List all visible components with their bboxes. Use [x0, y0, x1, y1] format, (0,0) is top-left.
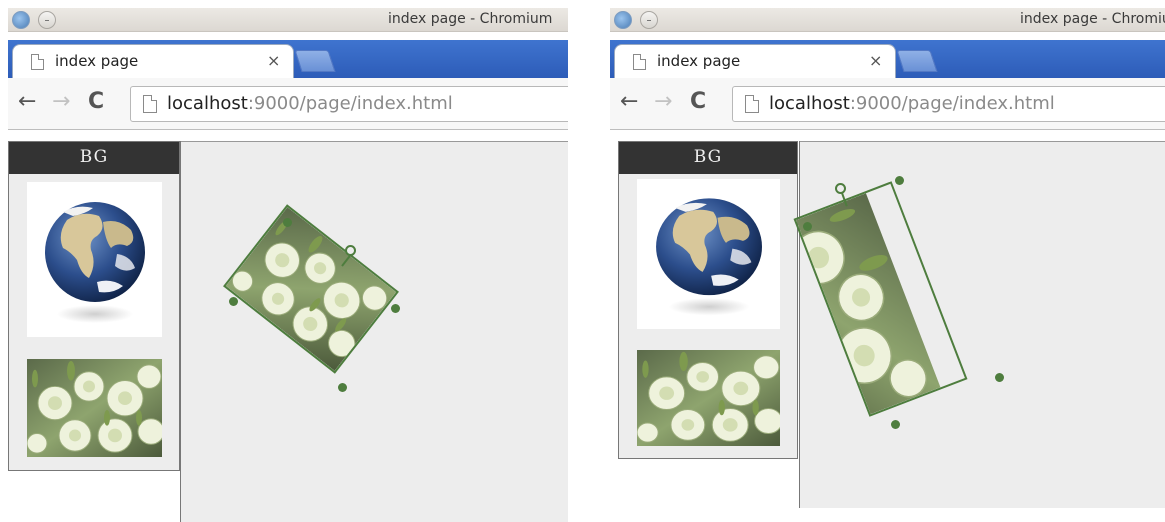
selected-flower-image[interactable] — [223, 204, 399, 374]
address-bar[interactable]: localhost:9000/page/index.html — [130, 86, 568, 122]
panel-title: BG — [619, 142, 797, 174]
tab-strip: index page × — [610, 40, 1165, 78]
background-panel: BG — [618, 141, 798, 459]
back-arrow-icon[interactable]: ← — [18, 90, 36, 114]
flowers-thumbnail[interactable] — [27, 359, 162, 457]
tab-close-icon[interactable]: × — [869, 51, 882, 70]
page-content: BG — [8, 131, 568, 522]
resize-handle-left[interactable] — [229, 297, 238, 306]
minimize-button[interactable] — [640, 11, 658, 29]
minimize-button[interactable] — [38, 11, 56, 29]
tab-index-page[interactable]: index page × — [12, 44, 294, 78]
toolbar: ← → C localhost:9000/page/index.html — [8, 78, 568, 130]
title-bar: index page - Chromium — [8, 8, 568, 32]
url-text: localhost:9000/page/index.html — [167, 93, 453, 114]
url-path: :9000/page/index.html — [849, 93, 1055, 114]
address-bar[interactable]: localhost:9000/page/index.html — [732, 86, 1165, 122]
new-tab-button[interactable] — [294, 50, 336, 72]
tab-title: index page — [657, 52, 741, 70]
url-host: localhost — [167, 93, 248, 114]
resize-handle-bottom[interactable] — [338, 383, 347, 392]
forward-arrow-icon[interactable]: → — [654, 90, 672, 114]
resize-handle-left[interactable] — [803, 222, 812, 231]
resize-handle-top[interactable] — [283, 218, 292, 227]
globe-thumbnail[interactable] — [637, 179, 780, 329]
url-text: localhost:9000/page/index.html — [769, 93, 1055, 114]
background-panel: BG — [8, 141, 180, 471]
browser-window-right: index page - Chromium index page × ← → C… — [610, 8, 1165, 508]
browser-window-left: index page - Chromium index page × ← → C… — [8, 8, 568, 522]
reload-icon[interactable]: C — [88, 90, 104, 114]
page-icon — [143, 95, 157, 113]
page-icon — [633, 54, 646, 70]
rotate-handle-icon[interactable] — [835, 183, 846, 194]
resize-handle-right[interactable] — [995, 373, 1004, 382]
url-host: localhost — [769, 93, 850, 114]
rotate-handle-icon[interactable] — [345, 245, 356, 256]
back-arrow-icon[interactable]: ← — [620, 90, 638, 114]
chromium-icon — [614, 11, 632, 29]
window-title: index page - Chromium — [1020, 11, 1165, 27]
toolbar: ← → C localhost:9000/page/index.html — [610, 78, 1165, 130]
page-content: BG — [610, 131, 1165, 508]
tab-title: index page — [55, 52, 139, 70]
tab-close-icon[interactable]: × — [267, 51, 280, 70]
globe-thumbnail[interactable] — [27, 182, 162, 337]
editing-canvas[interactable] — [181, 141, 568, 522]
resize-handle-top[interactable] — [895, 176, 904, 185]
page-icon — [745, 95, 759, 113]
url-path: :9000/page/index.html — [247, 93, 453, 114]
reload-icon[interactable]: C — [690, 90, 706, 114]
panel-title: BG — [9, 142, 179, 174]
resize-handle-right[interactable] — [391, 304, 400, 313]
tab-index-page[interactable]: index page × — [614, 44, 896, 78]
tab-strip: index page × — [8, 40, 568, 78]
selected-flower-image[interactable] — [793, 181, 968, 417]
window-title: index page - Chromium — [388, 11, 553, 27]
editing-canvas[interactable] — [793, 141, 1165, 508]
page-icon — [31, 54, 44, 70]
resize-handle-bottom[interactable] — [891, 420, 900, 429]
forward-arrow-icon[interactable]: → — [52, 90, 70, 114]
flowers-thumbnail[interactable] — [637, 350, 780, 446]
new-tab-button[interactable] — [896, 50, 938, 72]
title-bar: index page - Chromium — [610, 8, 1165, 32]
chromium-icon — [12, 11, 30, 29]
